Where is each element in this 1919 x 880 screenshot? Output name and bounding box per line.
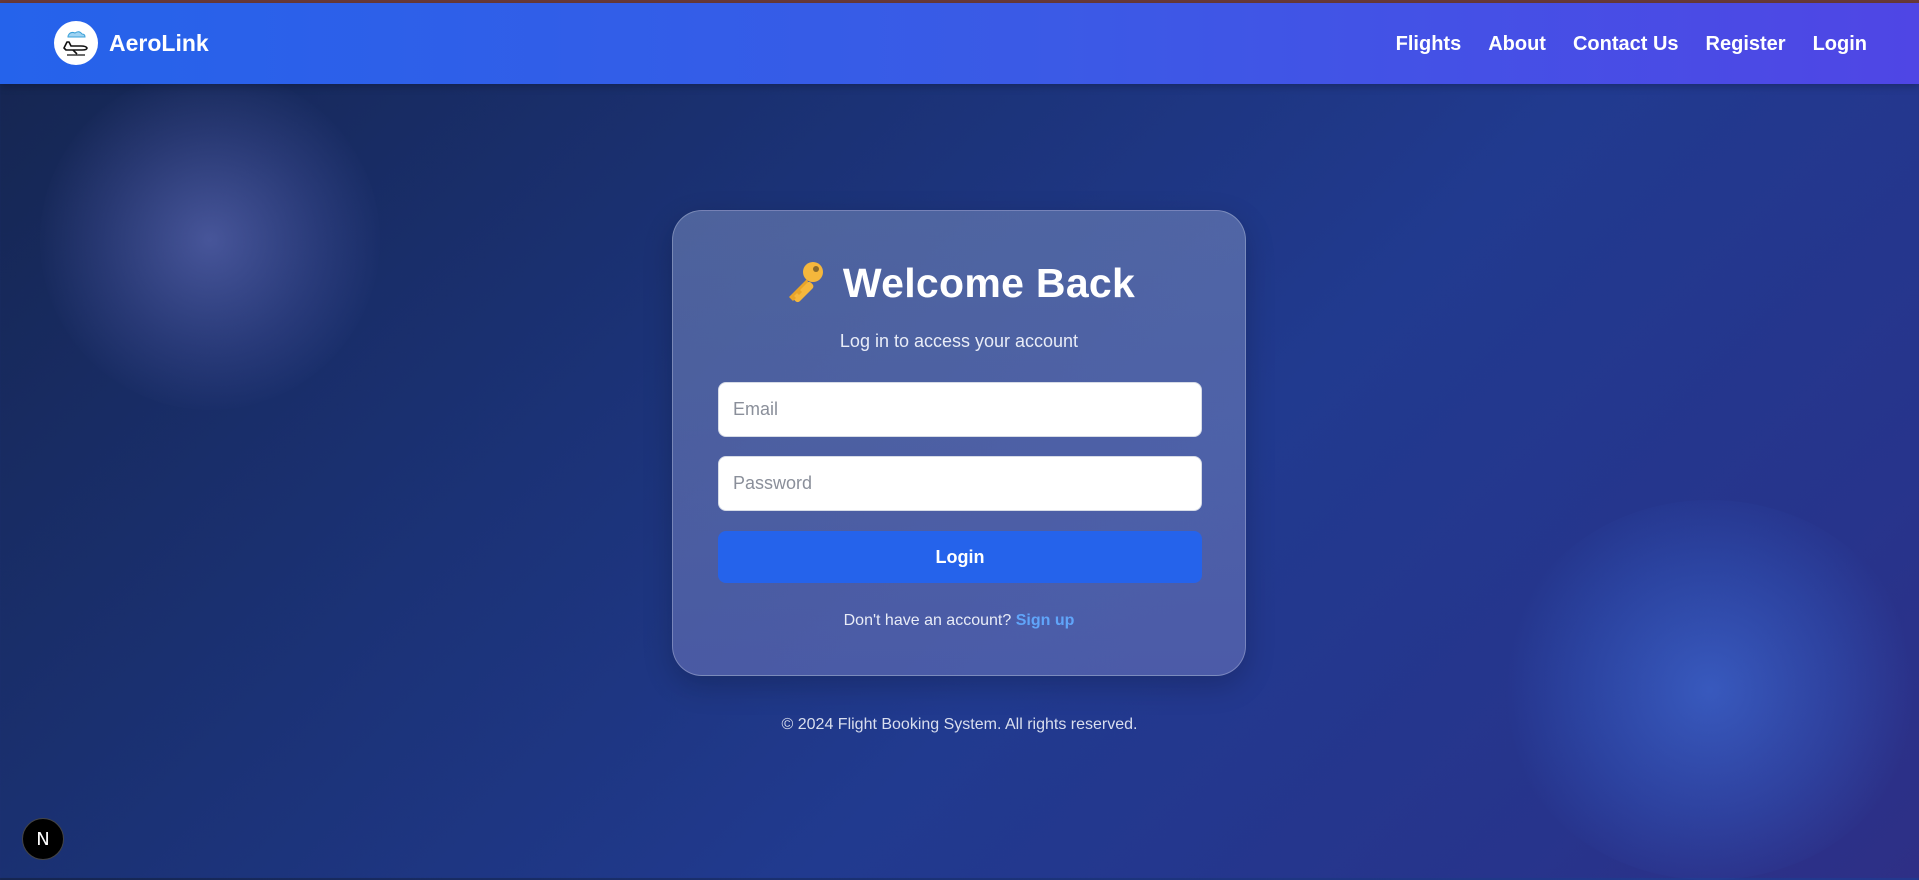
footer-copyright: © 2024 Flight Booking System. All rights…: [781, 716, 1138, 733]
password-field[interactable]: [718, 456, 1202, 511]
nav-link-login[interactable]: Login: [1813, 33, 1867, 56]
dev-badge-letter: N: [36, 828, 50, 850]
email-field[interactable]: [718, 382, 1202, 437]
dev-tools-badge[interactable]: N: [22, 818, 64, 860]
brand-name: AeroLink: [109, 29, 209, 56]
brand-logo-link[interactable]: AeroLink: [54, 21, 209, 65]
page-title: Welcome Back: [842, 260, 1136, 306]
key-icon: [783, 259, 827, 308]
nav-link-register[interactable]: Register: [1706, 33, 1786, 56]
nav-link-about[interactable]: About: [1488, 33, 1546, 56]
login-card: Welcome Back Log in to access your accou…: [672, 210, 1246, 676]
nav-link-flights[interactable]: Flights: [1396, 33, 1462, 56]
nav-link-contact[interactable]: Contact Us: [1573, 33, 1679, 56]
navbar: AeroLink Flights About Contact Us Regist…: [0, 3, 1919, 84]
login-subtitle: Log in to access your account: [839, 331, 1079, 351]
login-heading: Welcome Back: [673, 259, 1245, 308]
signup-link[interactable]: Sign up: [1016, 612, 1075, 629]
airplane-logo-icon: [54, 21, 98, 65]
signup-prompt-row: Don't have an account? Sign up: [673, 612, 1245, 630]
login-button[interactable]: Login: [718, 531, 1202, 583]
background-glow-left: [40, 70, 380, 410]
signup-prompt-text: Don't have an account?: [843, 612, 1012, 629]
nav-links: Flights About Contact Us Register Login: [1369, 33, 1867, 56]
background-glow-right: [1500, 500, 1919, 880]
